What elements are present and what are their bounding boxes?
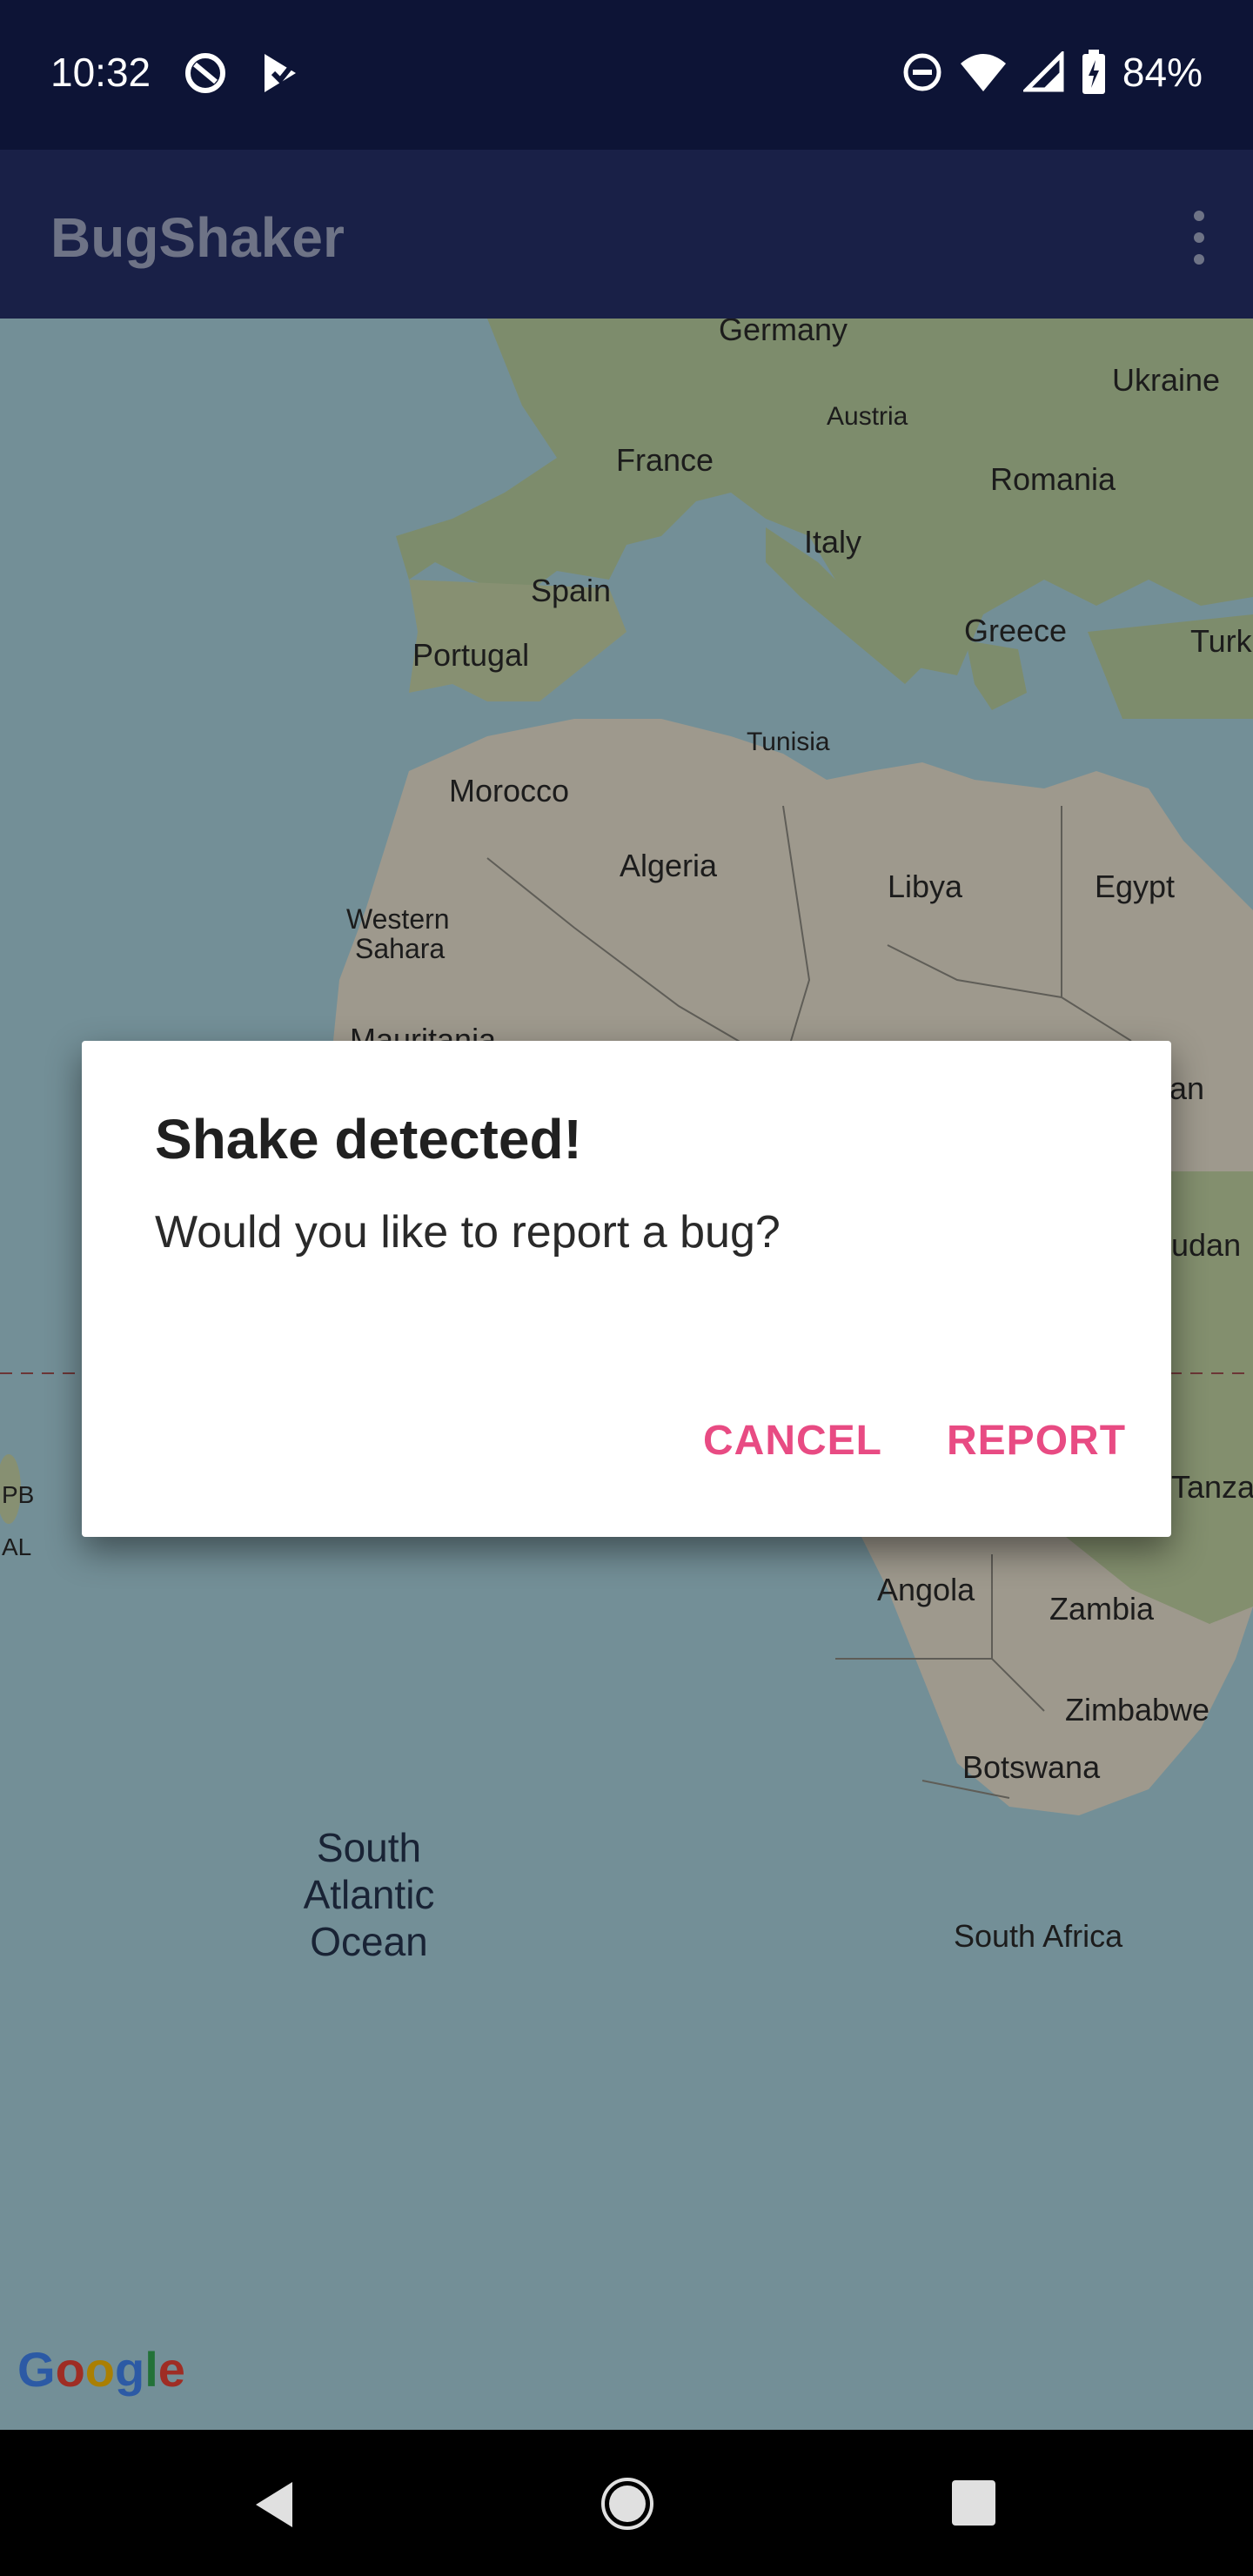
status-time: 10:32 (50, 50, 151, 95)
status-right: 84% (901, 49, 1203, 96)
dialog-title: Shake detected! (155, 1108, 582, 1171)
battery-charging-icon (1082, 50, 1105, 94)
app-bar: BugShaker (0, 150, 1253, 319)
cancel-button[interactable]: CANCEL (696, 1406, 889, 1476)
bug-report-dialog: Shake detected! Would you like to report… (82, 1041, 1171, 1537)
more-vert-icon[interactable] (1182, 207, 1216, 268)
wifi-icon (960, 54, 1006, 91)
play-store-icon (265, 54, 297, 92)
battery-percent: 84% (1122, 50, 1203, 95)
dnd-icon (903, 53, 941, 91)
report-button[interactable]: REPORT (940, 1406, 1133, 1476)
app-title: BugShaker (50, 206, 345, 269)
signal-icon (1022, 51, 1064, 92)
home-icon[interactable] (600, 2477, 654, 2531)
sync-icon (185, 53, 225, 93)
status-bar: 10:32 84% (0, 0, 1253, 150)
back-icon[interactable] (251, 2479, 298, 2531)
status-left-icons (183, 50, 301, 96)
dialog-message: Would you like to report a bug? (155, 1207, 781, 1258)
navigation-bar (0, 2430, 1253, 2576)
recents-icon[interactable] (950, 2479, 997, 2527)
